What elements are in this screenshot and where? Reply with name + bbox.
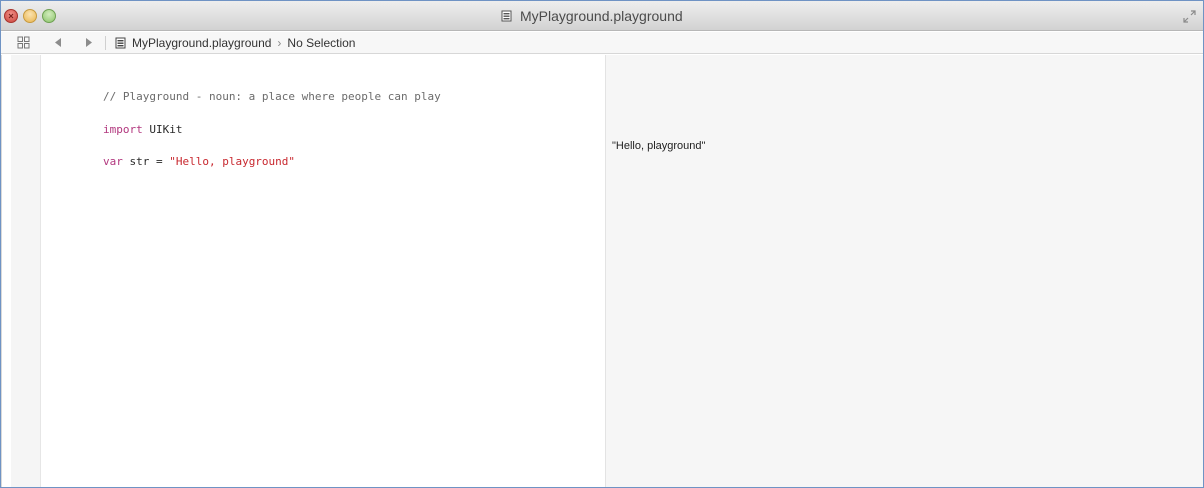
toolbar-divider xyxy=(105,36,106,50)
code-keyword: var xyxy=(102,155,123,168)
close-window-button[interactable] xyxy=(4,9,18,23)
code-editor[interactable]: // Playground - noun: a place where peop… xyxy=(42,55,605,487)
minimize-window-button[interactable] xyxy=(23,9,37,23)
code-string: "Hello, playground" xyxy=(169,155,296,168)
zoom-window-button[interactable] xyxy=(42,9,56,23)
fullscreen-icon[interactable] xyxy=(1183,10,1196,23)
window-title: MyPlayground.playground xyxy=(520,8,683,24)
breadcrumb-chevron-icon: › xyxy=(277,36,282,50)
code-line-3[interactable]: var str = "Hello, playground" xyxy=(50,142,295,181)
window-title-group: MyPlayground.playground xyxy=(501,7,683,25)
close-x-icon xyxy=(8,13,14,19)
playground-window: MyPlayground.playground MyPlayground.pla… xyxy=(0,0,1204,488)
line-gutter xyxy=(11,55,41,487)
result-value-line-3[interactable]: "Hello, playground" xyxy=(612,140,705,152)
code-text: UIKit xyxy=(142,123,183,136)
title-bar[interactable]: MyPlayground.playground xyxy=(1,1,1203,31)
editor-left-border xyxy=(1,55,2,487)
breadcrumb: MyPlayground.playground › No Selection xyxy=(115,35,355,51)
code-comment: // Playground - noun: a place where peop… xyxy=(102,90,441,103)
breadcrumb-selection[interactable]: No Selection xyxy=(287,36,355,50)
playground-doc-icon xyxy=(115,37,126,49)
code-keyword: import xyxy=(102,123,143,136)
back-arrow-icon[interactable] xyxy=(53,36,63,49)
breadcrumb-file[interactable]: MyPlayground.playground xyxy=(132,36,271,50)
jump-bar: MyPlayground.playground › No Selection xyxy=(1,32,1203,54)
playground-doc-icon xyxy=(501,10,512,22)
results-sidebar: "Hello, playground" xyxy=(605,55,1203,487)
playground-editor: // Playground - noun: a place where peop… xyxy=(1,55,1203,487)
forward-arrow-icon[interactable] xyxy=(84,36,94,49)
code-text: str = xyxy=(122,155,170,168)
related-items-icon[interactable] xyxy=(17,36,30,49)
